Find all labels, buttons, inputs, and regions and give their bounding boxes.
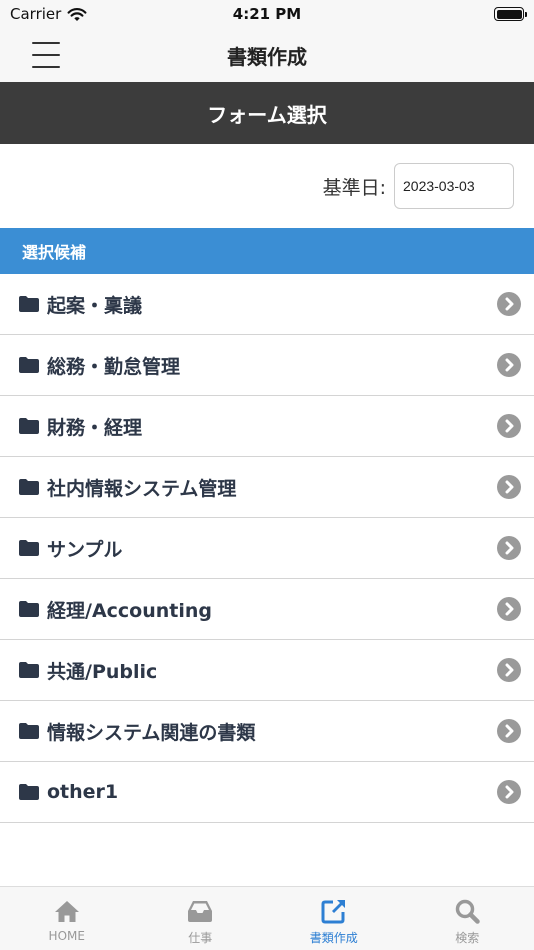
chevron-right-icon xyxy=(497,780,521,804)
tab-work-label: 仕事 xyxy=(188,931,213,945)
list-item-label: 財務・経理 xyxy=(47,416,143,439)
form-category-list: 起案・稟議 総務・勤怠管理 財務・経理 社内情報システム管理 サンプル 経理/A… xyxy=(0,274,534,823)
nav-bar: 書類作成 xyxy=(0,28,534,82)
tab-work[interactable]: 仕事 xyxy=(134,887,268,950)
bottom-tab-bar: HOME 仕事 書類作成 検索 xyxy=(0,886,534,950)
list-item-label: 経理/Accounting xyxy=(47,599,212,622)
wifi-icon xyxy=(67,7,87,21)
list-item-label: 社内情報システム管理 xyxy=(47,477,237,500)
list-item-label: 起案・稟議 xyxy=(47,294,143,317)
chevron-right-icon xyxy=(497,597,521,621)
list-item[interactable]: 社内情報システム管理 xyxy=(0,457,534,518)
list-item-label: 共通/Public xyxy=(47,660,158,683)
list-item-label: 情報システム関連の書類 xyxy=(47,721,256,744)
list-item[interactable]: サンプル xyxy=(0,518,534,579)
tab-create-document-label: 書類作成 xyxy=(309,931,358,945)
inbox-icon xyxy=(188,901,213,922)
hamburger-line xyxy=(32,54,60,56)
hamburger-line xyxy=(32,42,60,44)
list-item[interactable]: 総務・勤怠管理 xyxy=(0,335,534,396)
folder-icon xyxy=(19,662,39,678)
chevron-right-icon xyxy=(497,719,521,743)
status-bar: Carrier 4:21 PM xyxy=(0,0,534,28)
chevron-right-icon xyxy=(497,292,521,316)
chevron-right-icon xyxy=(497,475,521,499)
chevron-right-icon xyxy=(497,414,521,438)
chevron-right-icon xyxy=(497,658,521,682)
carrier-label: Carrier xyxy=(10,5,62,23)
hamburger-menu-button[interactable] xyxy=(32,42,60,68)
tab-search-label: 検索 xyxy=(455,931,480,945)
folder-icon xyxy=(19,479,39,495)
page-title: 書類作成 xyxy=(227,44,307,69)
tab-home-label: HOME xyxy=(48,929,85,943)
folder-icon xyxy=(19,540,39,556)
list-item-label: サンプル xyxy=(47,538,123,561)
list-item-label: 総務・勤怠管理 xyxy=(47,355,181,378)
form-select-header: フォーム選択 xyxy=(0,82,534,144)
edit-external-icon xyxy=(321,900,345,924)
date-label: 基準日: xyxy=(322,176,386,199)
date-filter-row: 基準日: xyxy=(0,144,534,228)
folder-icon xyxy=(19,296,39,312)
list-item-label: other1 xyxy=(47,781,119,803)
tab-create-document[interactable]: 書類作成 xyxy=(267,887,401,950)
hamburger-line xyxy=(32,66,60,68)
chevron-right-icon xyxy=(497,536,521,560)
folder-icon xyxy=(19,418,39,434)
list-item[interactable]: 情報システム関連の書類 xyxy=(0,701,534,762)
folder-icon xyxy=(19,357,39,373)
chevron-right-icon xyxy=(497,353,521,377)
tab-search[interactable]: 検索 xyxy=(401,887,534,950)
tab-home[interactable]: HOME xyxy=(0,887,134,950)
search-icon xyxy=(456,899,480,924)
home-icon xyxy=(54,901,79,922)
status-left: Carrier xyxy=(10,5,87,23)
list-item[interactable]: other1 xyxy=(0,762,534,823)
battery-icon xyxy=(494,7,527,21)
list-item[interactable]: 経理/Accounting xyxy=(0,579,534,640)
folder-icon xyxy=(19,601,39,617)
list-item[interactable]: 財務・経理 xyxy=(0,396,534,457)
folder-icon xyxy=(19,723,39,739)
folder-icon xyxy=(19,784,39,800)
candidates-header: 選択候補 xyxy=(0,228,534,274)
list-item[interactable]: 起案・稟議 xyxy=(0,274,534,335)
date-input[interactable] xyxy=(394,163,514,209)
list-item[interactable]: 共通/Public xyxy=(0,640,534,701)
